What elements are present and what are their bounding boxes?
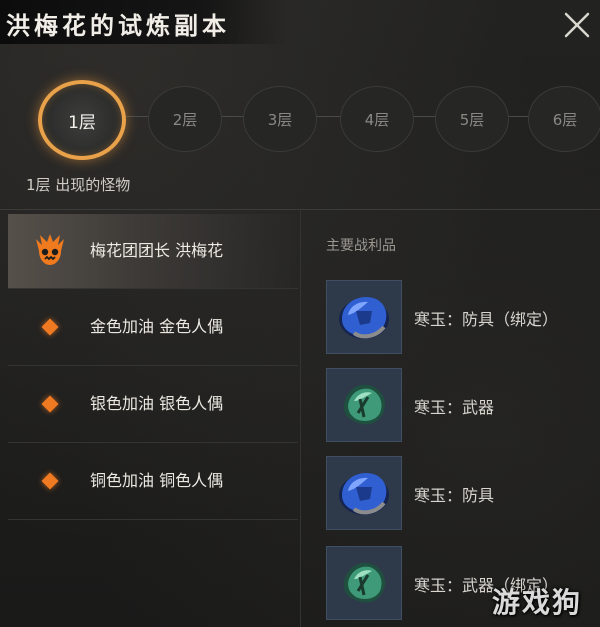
loot-name: 寒玉：防具 <box>414 486 495 505</box>
loot-item-2[interactable]: 寒玉：武器 <box>326 368 600 444</box>
monster-name: 梅花团团长 洪梅花 <box>90 241 224 260</box>
floor-tab-2[interactable]: 2层 <box>148 86 222 152</box>
loot-name: 寒玉：防具（绑定） <box>414 310 559 329</box>
blue-gem-icon <box>326 456 402 530</box>
floor-tab-3[interactable]: 3层 <box>243 86 317 152</box>
monster-item-silver[interactable]: 银色加油 银色人偶 <box>8 366 298 443</box>
title-banner: 洪梅花的试炼副本 <box>0 0 290 44</box>
close-icon <box>564 12 590 38</box>
monster-name: 铜色加油 铜色人偶 <box>90 471 224 490</box>
loot-name: 寒玉：武器 <box>414 398 495 417</box>
loot-heading: 主要战利品 <box>326 238 396 254</box>
diamond-icon <box>22 453 78 509</box>
page-title: 洪梅花的试炼副本 <box>6 11 230 40</box>
diamond-icon <box>22 299 78 355</box>
floor-tab-6[interactable]: 6层 <box>528 86 600 152</box>
blue-gem-icon <box>326 280 402 354</box>
floor-selector: 1层 2层 3层 4层 5层 6层 <box>38 80 600 160</box>
green-gem-icon <box>326 546 402 620</box>
loot-item-3[interactable]: 寒玉：防具 <box>326 456 600 532</box>
floor-tab-1[interactable]: 1层 <box>38 80 126 160</box>
boss-skull-icon <box>22 223 78 279</box>
monster-name: 金色加油 金色人偶 <box>90 317 224 336</box>
diamond-icon <box>22 376 78 432</box>
floor-monsters-caption: 1层 出现的怪物 <box>26 176 131 194</box>
watermark-logo: 游戏狗 <box>491 586 582 619</box>
monster-item-gold[interactable]: 金色加油 金色人偶 <box>8 289 298 366</box>
floor-tab-5[interactable]: 5层 <box>435 86 509 152</box>
close-button[interactable] <box>560 8 594 42</box>
monster-item-bronze[interactable]: 铜色加油 铜色人偶 <box>8 443 298 520</box>
loot-item-1[interactable]: 寒玉：防具（绑定） <box>326 280 600 356</box>
green-gem-icon <box>326 368 402 442</box>
monster-item-boss[interactable]: 梅花团团长 洪梅花 <box>8 214 298 289</box>
floor-tab-4[interactable]: 4层 <box>340 86 414 152</box>
monster-name: 银色加油 银色人偶 <box>90 394 224 413</box>
column-divider <box>300 209 301 627</box>
monster-list: 梅花团团长 洪梅花 金色加油 金色人偶 银色加油 银色人偶 铜色加油 铜色人偶 <box>8 214 298 520</box>
